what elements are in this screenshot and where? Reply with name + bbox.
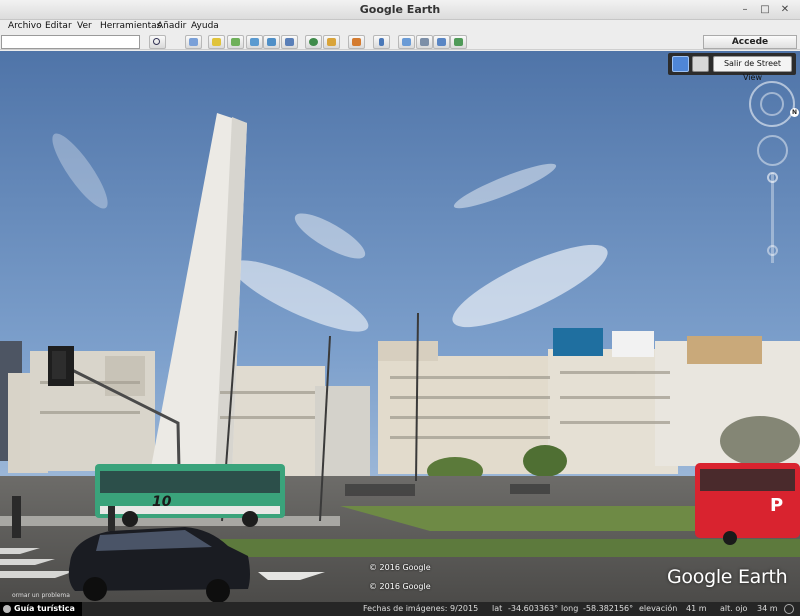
menu-herramientas[interactable]: Herramientas <box>100 21 161 31</box>
search-input[interactable] <box>1 35 140 49</box>
planets-button[interactable] <box>348 35 365 49</box>
menu-archivo[interactable]: Archivo <box>8 21 42 31</box>
placemark-button[interactable] <box>208 35 225 49</box>
imagery-date: Fechas de imágenes: 9/2015 <box>363 604 479 613</box>
tour-guide-button[interactable]: Guía turística <box>0 602 82 616</box>
menu-ver[interactable]: Ver <box>77 21 92 31</box>
menu-anadir[interactable]: Añadir <box>157 21 186 31</box>
search-button[interactable] <box>149 35 166 49</box>
ruler-icon <box>379 38 384 46</box>
polygon-icon <box>231 38 240 46</box>
email-button[interactable] <box>398 35 415 49</box>
copyright-text: © 2016 Google <box>369 582 431 591</box>
image-overlay-button[interactable] <box>263 35 280 49</box>
green-bus <box>95 464 285 527</box>
minimize-icon[interactable]: – <box>738 3 752 17</box>
maps-icon <box>454 38 463 46</box>
zoom-in-icon[interactable] <box>767 172 778 183</box>
elevation-label: elevación <box>639 604 678 613</box>
window-title: Google Earth <box>359 3 441 16</box>
historical-imagery-button[interactable] <box>305 35 322 49</box>
sidebar-button[interactable] <box>185 35 202 49</box>
menu-bar: Archivo Editar Ver Herramientas Añadir A… <box>0 20 800 34</box>
path-icon <box>250 38 259 46</box>
exit-street-view-button[interactable]: Salir de Street View <box>713 56 792 82</box>
email-icon <box>402 38 411 46</box>
print-icon <box>420 38 429 46</box>
toolbar: Accede <box>0 34 800 50</box>
street-view-scene: 10 P <box>0 51 800 602</box>
ruler-button[interactable] <box>373 35 390 49</box>
lat-value: -34.603363° <box>508 604 559 613</box>
elevation-value: 41 m <box>686 604 707 613</box>
signin-button[interactable]: Accede <box>703 35 797 49</box>
bus-number: 10 <box>152 494 172 510</box>
3d-cube-icon[interactable] <box>692 56 709 72</box>
tour-guide-icon <box>3 605 11 613</box>
historical-imagery-icon <box>309 38 318 46</box>
path-button[interactable] <box>246 35 263 49</box>
menu-ayuda[interactable]: Ayuda <box>191 21 219 31</box>
long-label: long <box>561 604 579 613</box>
copyright-text: © 2016 Google <box>369 563 431 572</box>
earth-viewport[interactable]: 10 P Salir de Street View N © 2016 Googl… <box>0 51 800 602</box>
print-button[interactable] <box>416 35 433 49</box>
eye-alt-label: alt. ojo <box>720 604 748 613</box>
sunlight-button[interactable] <box>323 35 340 49</box>
street-view-panel: Salir de Street View <box>668 53 796 82</box>
status-bar: Guía turística Fechas de imágenes: 9/201… <box>0 602 800 616</box>
tour-record-button[interactable] <box>281 35 298 49</box>
tour-record-icon <box>285 38 294 46</box>
google-earth-logo: Google Earth <box>667 566 788 588</box>
tour-guide-label: Guía turística <box>14 604 75 613</box>
title-bar: Google Earth – □ ✕ <box>0 0 800 20</box>
red-bus: P <box>695 463 800 545</box>
streaming-icon <box>784 604 794 614</box>
maximize-icon[interactable]: □ <box>758 3 772 17</box>
long-value: -58.382156° <box>583 604 634 613</box>
close-icon[interactable]: ✕ <box>778 3 792 17</box>
north-icon[interactable]: N <box>790 108 799 117</box>
planets-icon <box>352 38 361 46</box>
look-around-ring[interactable] <box>749 81 795 127</box>
search-icon <box>153 38 160 45</box>
report-problem-link[interactable]: ormar un problema <box>12 592 70 599</box>
menu-editar[interactable]: Editar <box>45 21 72 31</box>
eye-alt-value: 34 m <box>757 604 778 613</box>
lat-label: lat <box>492 604 503 613</box>
save-image-icon <box>437 38 446 46</box>
pegman-icon[interactable] <box>672 56 689 72</box>
maps-button[interactable] <box>450 35 467 49</box>
sidebar-icon <box>189 38 198 46</box>
placemark-icon <box>212 38 221 46</box>
svg-text:P: P <box>770 495 783 516</box>
move-joystick[interactable] <box>757 135 788 166</box>
save-image-button[interactable] <box>433 35 450 49</box>
sunlight-icon <box>327 38 336 46</box>
image-overlay-icon <box>267 38 276 46</box>
zoom-out-icon[interactable] <box>767 245 778 256</box>
polygon-button[interactable] <box>227 35 244 49</box>
